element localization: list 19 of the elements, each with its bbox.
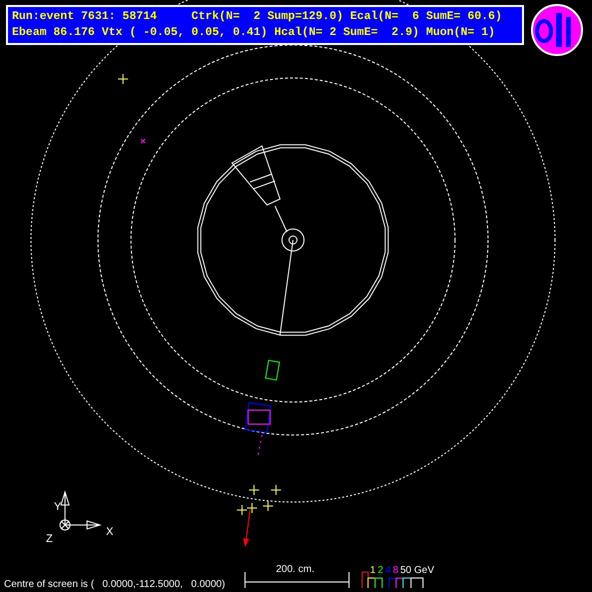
screen-centre-text: Centre of screen is ( 0.0000,-112.5000, 0.0000): [4, 579, 226, 591]
axis-label: Z: [46, 533, 53, 545]
energy-label: 8: [392, 565, 398, 577]
event-info-line: Run:event 7631: 58714 Ctrk(N= 2 Sump=129.0) Ecal(N= 6 SumE= 60.6): [12, 10, 503, 24]
muon-chamber-drawing: [244, 402, 272, 456]
energy-label: 50 GeV: [400, 565, 434, 577]
axis-label: Y: [54, 501, 62, 513]
energy-scale-drawing: [362, 572, 424, 588]
calorimeter-cluster: [264, 360, 280, 380]
event-info-line: Ebeam 86.176 Vtx ( -0.05, 0.05, 0.41) Hcal(N= 2 SumE= 2.9) Muon(N= 1): [12, 26, 496, 40]
energy-label: 2: [378, 565, 384, 577]
logo-icon: [530, 3, 584, 57]
energy-label: 4: [385, 565, 391, 577]
track-arrow: [243, 510, 250, 547]
energy-label: 1: [370, 565, 376, 577]
hit-marker: [140, 138, 146, 144]
scale-label: 200. cm.: [276, 564, 314, 576]
axis-label: X: [106, 526, 114, 538]
axis-drawing: [60, 490, 102, 530]
